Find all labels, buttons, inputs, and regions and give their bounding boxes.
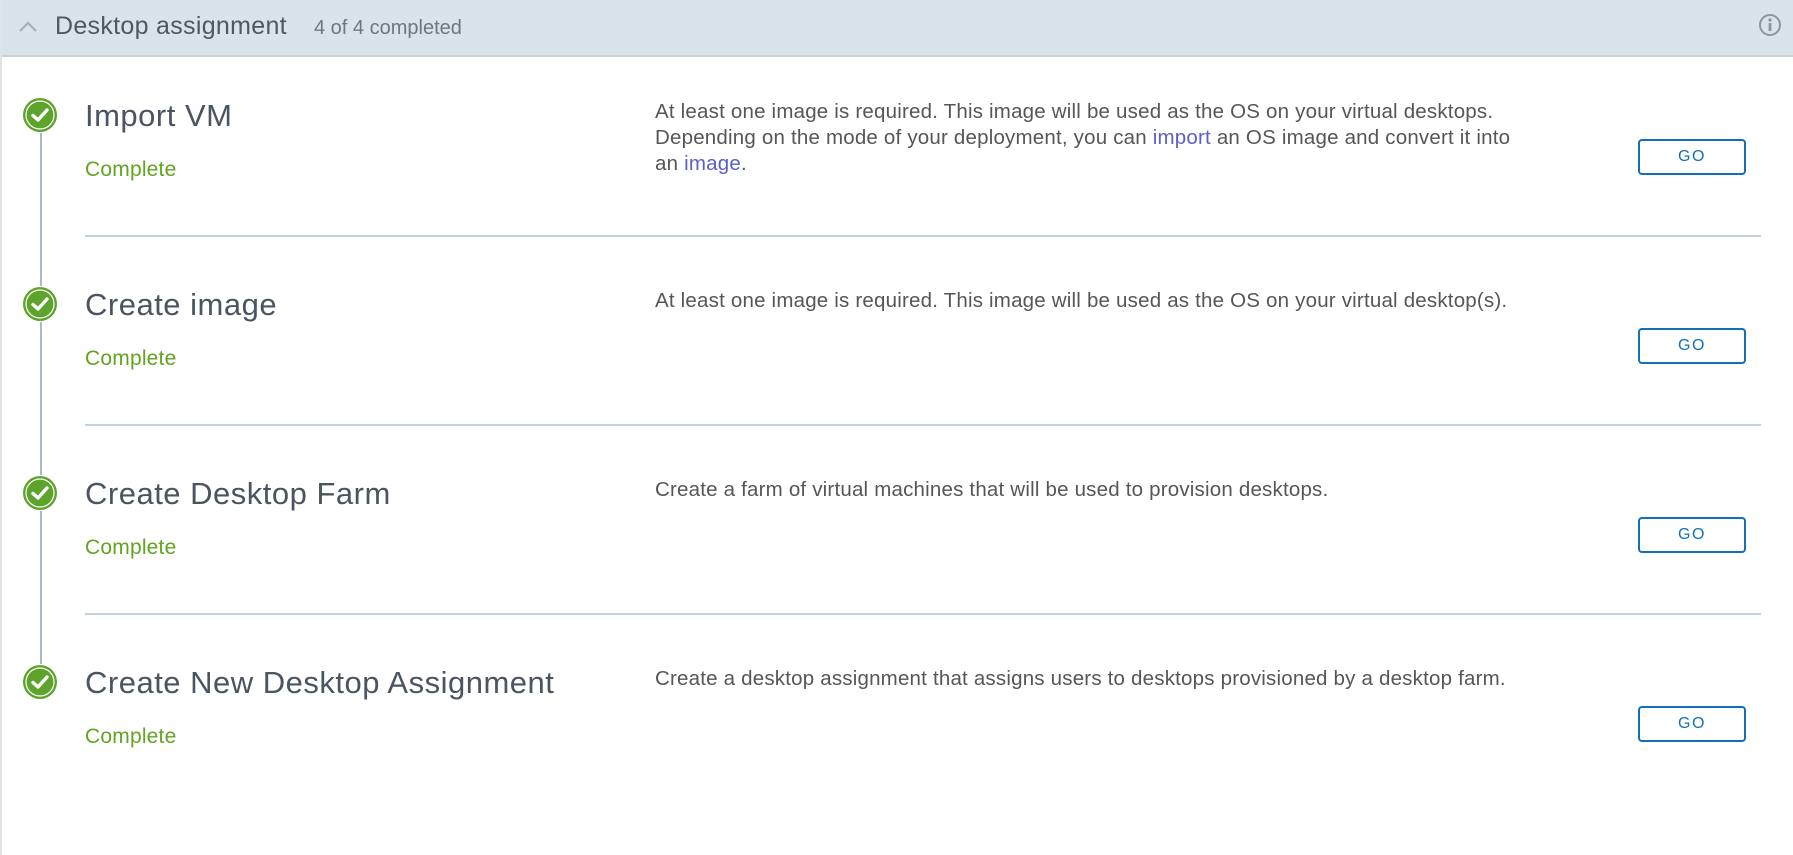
- step-divider: [85, 613, 1761, 615]
- description-link-import[interactable]: import: [1153, 126, 1211, 149]
- description-text: Create a farm of virtual machines that w…: [655, 478, 1329, 501]
- step-item: Create New Desktop Assignment Complete Cre…: [2, 664, 1793, 853]
- step-connector-line: [40, 322, 42, 475]
- step-item: Create image Complete At least one image i…: [2, 286, 1793, 475]
- step-description: Create a desktop assignment that assigns…: [655, 666, 1535, 692]
- step-connector-line: [40, 133, 42, 286]
- description-link-image[interactable]: image: [684, 152, 741, 175]
- step-status: Complete: [85, 536, 177, 559]
- step-divider: [85, 235, 1761, 237]
- go-button[interactable]: GO: [1638, 517, 1746, 553]
- step-title: Import VM: [85, 98, 233, 133]
- description-text: At least one image is required. This ima…: [655, 289, 1508, 312]
- step-connector-line: [40, 511, 42, 664]
- steps-list: Import VM Complete At least one image is r…: [2, 0, 1793, 855]
- desktop-assignment-panel: Desktop assignment 4 of 4 completed Impo…: [0, 0, 1793, 855]
- check-circle-icon: [23, 476, 57, 510]
- step-description: At least one image is required. This ima…: [655, 99, 1535, 177]
- step-status: Complete: [85, 725, 177, 748]
- go-button[interactable]: GO: [1638, 706, 1746, 742]
- check-circle-icon: [23, 98, 57, 132]
- step-divider: [85, 424, 1761, 426]
- step-status: Complete: [85, 158, 177, 181]
- step-item: Import VM Complete At least one image is r…: [2, 97, 1793, 286]
- step-status: Complete: [85, 347, 177, 370]
- step-title: Create New Desktop Assignment: [85, 665, 555, 700]
- description-text: .: [740, 152, 747, 175]
- step-description: At least one image is required. This ima…: [655, 288, 1535, 314]
- go-button[interactable]: GO: [1638, 139, 1746, 175]
- check-circle-icon: [23, 287, 57, 321]
- step-description: Create a farm of virtual machines that w…: [655, 477, 1535, 503]
- step-title: Create image: [85, 287, 278, 322]
- check-circle-icon: [23, 665, 57, 699]
- step-title: Create Desktop Farm: [85, 476, 391, 511]
- step-item: Create Desktop Farm Complete Create a farm…: [2, 475, 1793, 664]
- go-button[interactable]: GO: [1638, 328, 1746, 364]
- description-text: Create a desktop assignment that assigns…: [655, 667, 1506, 690]
